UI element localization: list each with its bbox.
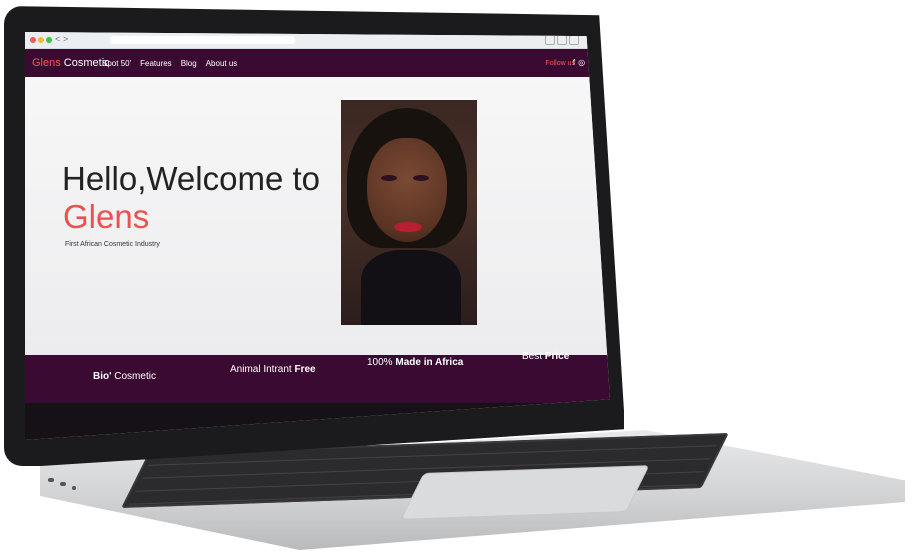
feature-best-price: Best Price: [522, 351, 570, 362]
tabs-icon[interactable]: [557, 35, 567, 45]
instagram-icon[interactable]: ◎: [578, 58, 585, 67]
close-dot[interactable]: [30, 37, 36, 43]
facebook-icon[interactable]: f: [573, 58, 575, 67]
address-bar[interactable]: [110, 36, 295, 44]
hero-title-accent: Glens: [63, 198, 150, 235]
usb-port: [48, 478, 54, 482]
add-tab-icon[interactable]: [569, 35, 579, 45]
feature-animal-free: Animal Intrant Free: [230, 364, 316, 375]
model-portrait: [341, 100, 477, 325]
usb-port: [60, 482, 66, 486]
hero-tagline: First African Cosmetic Industry: [65, 241, 160, 248]
minimize-dot[interactable]: [38, 37, 44, 43]
brand-logo[interactable]: Glens Cosmetic: [32, 57, 110, 69]
features-band: Bio' Cosmetic Animal Intrant Free 100% M…: [25, 351, 610, 403]
follow-us-label: Follow us: [545, 60, 575, 67]
hero-title-light: Hello,: [62, 160, 147, 197]
nav-link-about[interactable]: About us: [206, 59, 238, 68]
nav-links: Spot 50' Features Blog About us: [102, 59, 237, 68]
hero-title-bold: Welcome to: [146, 160, 320, 197]
nav-link-blog[interactable]: Blog: [181, 59, 197, 68]
back-arrow-icon[interactable]: <: [55, 34, 60, 44]
feature-bio: Bio' Cosmetic: [93, 371, 156, 382]
site-navbar: Glens Cosmetic Spot 50' Features Blog Ab…: [25, 49, 610, 77]
nav-link-spot[interactable]: Spot 50': [102, 59, 131, 68]
audio-port: [72, 486, 76, 490]
feature-made-in-africa: 100% Made in Africa: [367, 357, 464, 368]
hero-section: Hello,Welcome to Glens First African Cos…: [25, 77, 610, 357]
hero-title: Hello,Welcome to: [62, 160, 320, 198]
nav-link-features[interactable]: Features: [140, 59, 172, 68]
browser-screen: < > Glens Cosmetic Spot 50' Features Blo…: [25, 32, 610, 440]
share-icon[interactable]: [545, 35, 555, 45]
maximize-dot[interactable]: [46, 37, 52, 43]
trackpad: [401, 466, 649, 519]
brand-accent: Glens: [32, 57, 61, 69]
forward-arrow-icon[interactable]: >: [63, 34, 68, 44]
